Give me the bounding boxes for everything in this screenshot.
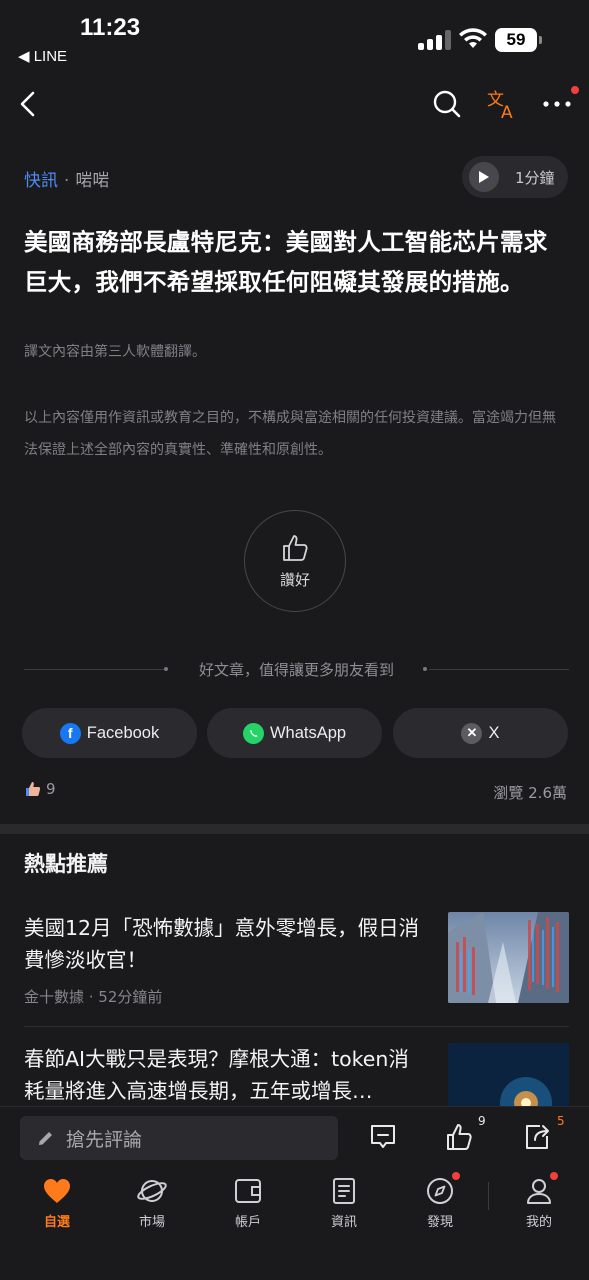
like-bar-button[interactable]	[441, 1119, 477, 1155]
more-button[interactable]	[537, 84, 579, 124]
tab-label: 我的	[525, 1215, 552, 1230]
facebook-icon: f	[59, 722, 81, 744]
search-button[interactable]	[427, 84, 467, 124]
tab-label: 自選	[43, 1215, 70, 1230]
meta-separator: ·	[64, 171, 70, 191]
tab-label: 市場	[138, 1215, 165, 1230]
news-title: 春節AI大戰只是表現？摩根大通：token消耗量將進入高速增長期，五年或增長…	[24, 1047, 409, 1103]
share-bar-count: 5	[557, 1114, 565, 1128]
notification-dot	[571, 86, 579, 94]
share-facebook-label: Facebook	[86, 723, 160, 742]
tab-label: 帳戶	[234, 1215, 261, 1230]
translation-note: 譯文內容由第三人軟體翻譯。	[24, 344, 206, 360]
like-stats: 9	[24, 780, 56, 798]
like-label: 讚好	[279, 570, 310, 589]
translate-button[interactable]: 文 A	[482, 84, 522, 124]
signal-icon	[418, 30, 452, 50]
share-icon	[526, 1125, 549, 1149]
wifi-icon	[458, 26, 488, 50]
search-icon	[433, 90, 461, 118]
translate-icon: 文 A	[487, 90, 513, 120]
status-time: 11:23	[80, 14, 141, 41]
recommend-title: 熱點推薦	[24, 852, 108, 876]
news-item[interactable]: 春節AI大戰只是表現？摩根大通：token消耗量將進入高速增長期，五年或增長…	[24, 1043, 569, 1134]
share-facebook-button[interactable]: f Facebook	[22, 708, 197, 758]
x-icon: ✕	[461, 722, 483, 744]
like-count: 9	[46, 780, 56, 798]
tab-bar: 自選 市場 帳戶 資訊 發現 我的	[0, 1168, 589, 1280]
compass-icon	[427, 1178, 453, 1204]
tab-label: 資訊	[330, 1215, 357, 1230]
news-thumbnail	[448, 912, 569, 1003]
tab-market[interactable]: 市場	[112, 1176, 192, 1230]
comment-icon	[371, 1125, 395, 1148]
comment-button[interactable]	[365, 1119, 401, 1155]
tab-account[interactable]: 帳戶	[208, 1176, 288, 1230]
share-x-label: X	[488, 723, 500, 742]
nav-bar: 文 A	[0, 78, 589, 132]
disclaimer: 以上內容僅用作資訊或教育之目的，不構成與富途相關的任何投資建議。富途竭力但無法保…	[24, 410, 556, 458]
share-whatsapp-label: WhatsApp	[269, 723, 347, 742]
like-button[interactable]: 讚好	[244, 510, 346, 612]
thumbs-up-icon	[283, 534, 308, 561]
share-x-button[interactable]: ✕ X	[393, 708, 568, 758]
thumbs-up-filled-icon	[26, 782, 41, 796]
news-item[interactable]: 美國12月「恐怖數據」意外零增長，假日消費慘淡收官！ 金十數據 · 52分鐘前	[24, 912, 569, 1007]
article-headline: 美國商務部長盧特尼克：美國對人工智能芯片需求巨大，我們不希望採取任何阻礙其發展的…	[24, 228, 548, 296]
tab-discover[interactable]: 發現	[400, 1172, 480, 1230]
share-whatsapp-button[interactable]: WhatsApp	[207, 708, 382, 758]
share-bar-button[interactable]	[519, 1119, 555, 1155]
more-dots-icon	[543, 101, 571, 107]
comment-placeholder: 搶先評論	[66, 1128, 143, 1151]
thumbs-up-icon	[447, 1124, 472, 1150]
like-bar-count: 9	[478, 1114, 486, 1128]
planet-icon	[137, 1180, 167, 1202]
share-prompt: 好文章，值得讓更多朋友看到	[198, 661, 394, 679]
category-link[interactable]: 快訊	[24, 171, 58, 191]
status-bar: 11:23 ◀ LINE 59	[0, 0, 589, 72]
view-count: 瀏覽 2.6萬	[493, 784, 567, 802]
play-icon	[469, 162, 499, 192]
audio-play-button[interactable]: 1分鐘	[462, 156, 568, 198]
tab-watchlist[interactable]: 自選	[17, 1176, 97, 1230]
heart-icon	[44, 1179, 70, 1203]
back-to-app-link[interactable]: ◀ LINE	[18, 47, 67, 65]
back-button[interactable]	[8, 84, 48, 124]
tab-label: 發現	[426, 1215, 453, 1230]
news-icon	[333, 1178, 355, 1204]
notification-dot	[452, 1172, 460, 1180]
comment-input[interactable]: 搶先評論	[20, 1116, 338, 1160]
article-meta: 快訊 · 啱啱	[24, 166, 109, 191]
news-divider	[24, 1026, 569, 1027]
whatsapp-icon	[242, 722, 264, 744]
pencil-icon	[39, 1132, 52, 1145]
source-label: 啱啱	[75, 171, 110, 191]
audio-duration: 1分鐘	[515, 168, 555, 187]
comment-bar: 搶先評論 9 5	[0, 1106, 589, 1168]
tab-me[interactable]: 我的	[499, 1172, 579, 1230]
tab-separator	[488, 1182, 489, 1210]
wallet-icon	[235, 1179, 261, 1203]
person-icon	[527, 1179, 551, 1204]
notification-dot	[550, 1172, 558, 1180]
news-title: 美國12月「恐怖數據」意外零增長，假日消費慘淡收官！	[24, 916, 420, 972]
tab-news[interactable]: 資訊	[304, 1176, 384, 1230]
chevron-left-icon	[20, 91, 35, 117]
svg-text:A: A	[501, 103, 513, 120]
section-separator	[0, 824, 589, 834]
share-divider: 好文章，值得讓更多朋友看到	[24, 660, 569, 680]
battery-icon: 59	[495, 28, 542, 52]
